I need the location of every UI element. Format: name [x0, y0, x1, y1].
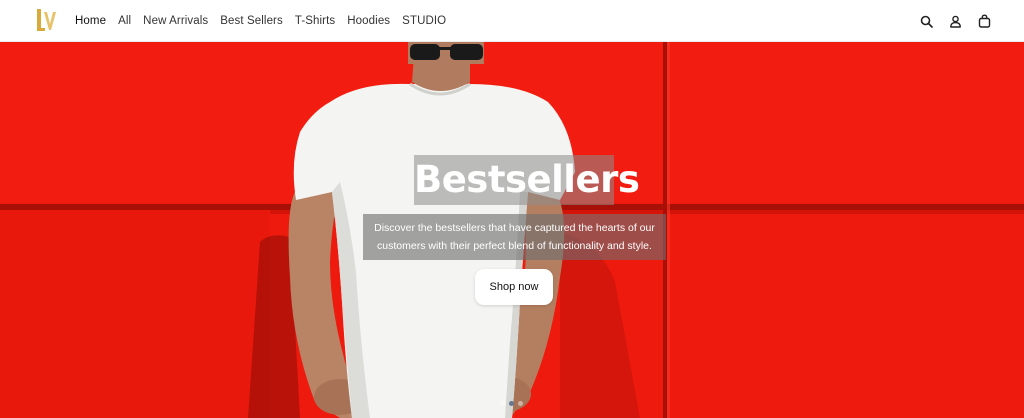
hero-banner: Bestsellers Discover the bestsellers tha…: [0, 42, 1024, 418]
nav-item-home[interactable]: Home: [75, 15, 106, 27]
hero-subtitle: Discover the bestsellers that have captu…: [374, 222, 655, 252]
slide-dot-1[interactable]: [500, 401, 505, 406]
nav-item-best-sellers[interactable]: Best Sellers: [220, 15, 283, 27]
main-nav: Home All New Arrivals Best Sellers T-Shi…: [75, 0, 458, 42]
slide-dot-2[interactable]: [509, 401, 514, 406]
hero-title: Bestsellers: [414, 158, 640, 201]
account-icon[interactable]: [947, 13, 963, 29]
search-icon[interactable]: [918, 13, 934, 29]
shop-now-button[interactable]: Shop now: [475, 269, 553, 305]
brand-logo[interactable]: [34, 6, 58, 32]
nav-item-t-shirts[interactable]: T-Shirts: [295, 15, 335, 27]
site-header: Home All New Arrivals Best Sellers T-Shi…: [0, 0, 1024, 42]
nav-item-new-arrivals[interactable]: New Arrivals: [143, 15, 208, 27]
nav-item-all[interactable]: All: [118, 15, 131, 27]
slide-indicators: [500, 401, 527, 406]
slide-dot-3[interactable]: [518, 401, 523, 406]
hero-title-backdrop: Bestsellers: [414, 155, 640, 205]
hero-subtitle-backdrop: Discover the bestsellers that have captu…: [363, 214, 666, 260]
header-actions: [905, 0, 992, 42]
nav-item-studio[interactable]: STUDIO: [402, 15, 446, 27]
cart-icon[interactable]: [976, 13, 992, 29]
nav-item-hoodies[interactable]: Hoodies: [347, 15, 390, 27]
